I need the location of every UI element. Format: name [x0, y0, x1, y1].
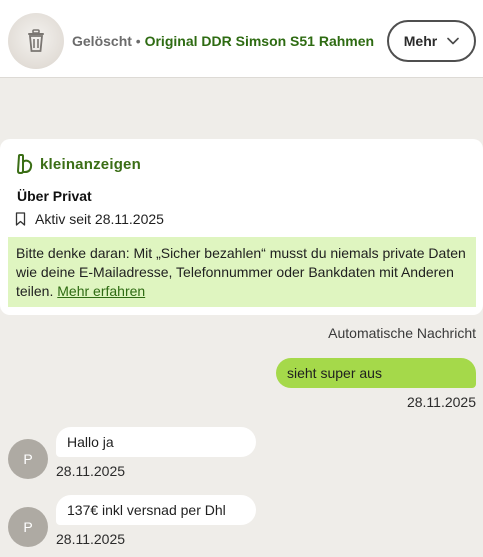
- bookmark-icon: [15, 212, 26, 226]
- outgoing-message: sieht super aus: [276, 358, 476, 388]
- listing-thumbnail[interactable]: [8, 13, 64, 69]
- message-text: Hallo ja: [67, 434, 114, 450]
- more-button-label: Mehr: [403, 33, 438, 49]
- message-timestamp: 28.11.2025: [56, 463, 126, 479]
- chevron-down-icon: [447, 37, 460, 45]
- conversation-header: Gelöscht • Original DDR Simson S51 Rahme…: [0, 0, 483, 78]
- learn-more-link[interactable]: Mehr erfahren: [57, 283, 145, 299]
- separator: •: [135, 33, 141, 49]
- safety-notice: Bitte denke daran: Mit „Sicher bezahlen“…: [8, 237, 476, 307]
- active-since-text: Aktiv seit 28.11.2025: [35, 211, 164, 227]
- message-text: 137€ inkl versnad per Dhl: [67, 502, 226, 518]
- avatar[interactable]: P: [8, 507, 48, 547]
- message-text: sieht super aus: [287, 365, 382, 381]
- automatic-message-label: Automatische Nachricht: [328, 325, 476, 341]
- seller-info-card: kleinanzeigen Über Privat Aktiv seit 28.…: [0, 139, 483, 315]
- more-button[interactable]: Mehr: [387, 20, 476, 62]
- header-title[interactable]: Gelöscht • Original DDR Simson S51 Rahme…: [72, 33, 378, 50]
- message-timestamp: 28.11.2025: [56, 531, 126, 547]
- brand-logo: kleinanzeigen: [16, 154, 141, 174]
- trash-icon: [28, 29, 44, 52]
- seller-name[interactable]: Über Privat: [17, 188, 92, 204]
- incoming-message: 137€ inkl versnad per Dhl: [56, 495, 256, 525]
- brand-name: kleinanzeigen: [40, 155, 141, 173]
- incoming-message: Hallo ja: [56, 427, 256, 457]
- kleinanzeigen-logo-icon: [16, 154, 33, 174]
- listing-status: Gelöscht: [72, 33, 132, 49]
- avatar[interactable]: P: [8, 439, 48, 479]
- active-since-row: Aktiv seit 28.11.2025: [15, 211, 164, 227]
- listing-title[interactable]: Original DDR Simson S51 Rahmen: [145, 33, 375, 49]
- message-timestamp: 28.11.2025: [406, 394, 476, 410]
